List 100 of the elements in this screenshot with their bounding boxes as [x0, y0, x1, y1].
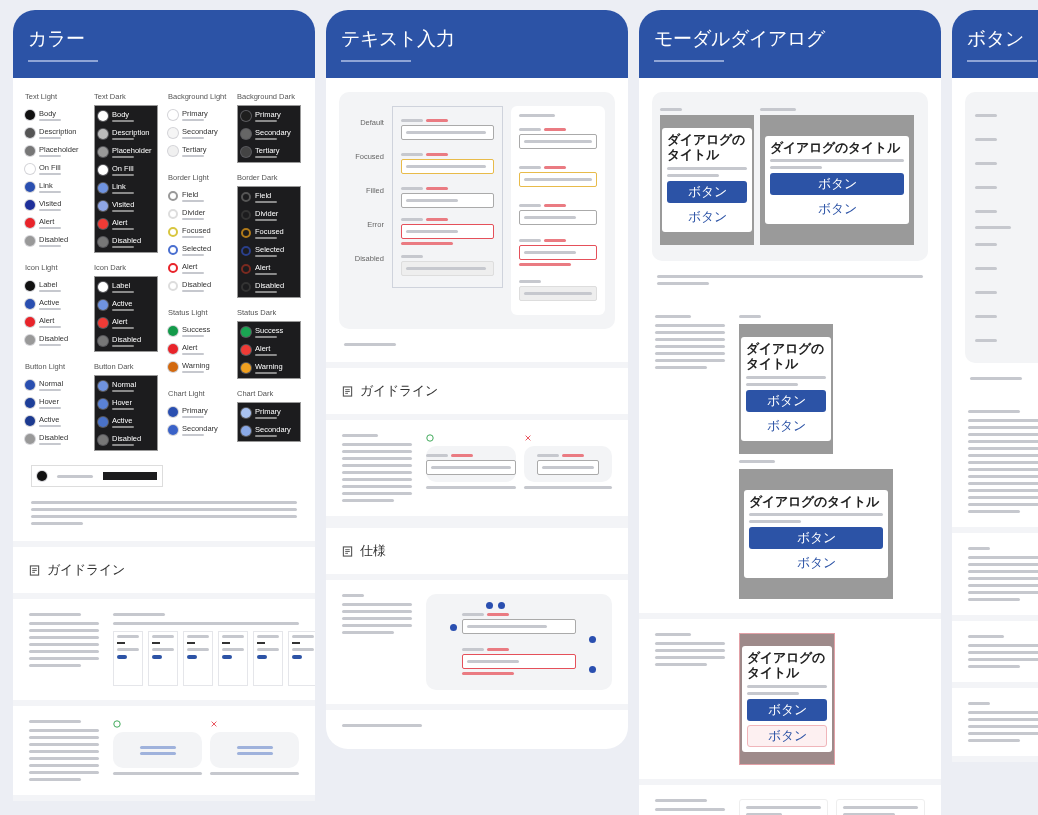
- text-line: [655, 338, 725, 341]
- text-line: [182, 218, 204, 220]
- text-line: [400, 118, 423, 122]
- input-field[interactable]: [400, 192, 494, 208]
- text-line: [29, 650, 99, 653]
- cross-icon: [524, 434, 532, 442]
- text-line: [255, 417, 277, 419]
- text-line: [975, 338, 997, 342]
- input-field[interactable]: [519, 171, 597, 187]
- text-line: [182, 236, 204, 238]
- text-line: [39, 119, 61, 121]
- input-field[interactable]: [462, 653, 576, 669]
- text-line: [182, 371, 204, 373]
- text-line: [112, 327, 134, 329]
- text-line: [112, 138, 134, 140]
- text-line: [344, 343, 396, 346]
- text-line: [655, 359, 725, 362]
- marker-dot: [486, 602, 493, 609]
- text-line: [770, 166, 822, 170]
- text-line: [255, 354, 277, 356]
- text-line: [519, 165, 541, 169]
- text-line: [112, 426, 134, 428]
- text-line: [544, 165, 566, 169]
- text-line: [655, 663, 707, 666]
- text-line: [342, 492, 412, 495]
- text-line: [255, 336, 277, 338]
- dialog-title: ダイアログのタイトル: [770, 140, 901, 156]
- text-line: [660, 108, 682, 111]
- text-line: [667, 173, 719, 177]
- text-line: [746, 382, 798, 386]
- text-line: [342, 624, 412, 627]
- text-line: [747, 691, 799, 695]
- text-button[interactable]: ボタン: [746, 415, 826, 436]
- text-line: [255, 255, 277, 257]
- text-line: [544, 127, 566, 131]
- primary-button[interactable]: ボタン: [746, 389, 826, 412]
- text-line: [968, 547, 990, 550]
- text-button[interactable]: ボタン: [667, 206, 747, 227]
- text-line: [400, 152, 423, 156]
- text-line: [739, 460, 775, 463]
- text-line: [117, 648, 139, 651]
- text-line: [425, 118, 448, 122]
- text-line: [405, 229, 458, 233]
- text-line: [462, 647, 484, 651]
- primary-button[interactable]: ボタン: [770, 173, 904, 196]
- text-line: [405, 198, 458, 202]
- text-line: [29, 764, 99, 767]
- input-field[interactable]: [537, 459, 599, 475]
- text-line: [544, 203, 566, 207]
- text-line: [342, 610, 412, 613]
- text-line: [975, 314, 997, 318]
- text-line: [28, 60, 98, 62]
- text-line: [39, 173, 61, 175]
- text-button[interactable]: ボタン: [770, 199, 904, 220]
- text-line: [425, 152, 448, 156]
- text-line: [112, 309, 134, 311]
- input-field[interactable]: [400, 158, 494, 174]
- primary-button[interactable]: ボタン: [667, 180, 747, 203]
- text-line: [519, 127, 541, 131]
- text-line: [29, 636, 99, 639]
- input-field[interactable]: [400, 124, 494, 140]
- text-line: [222, 648, 244, 651]
- marker-dot: [450, 624, 457, 631]
- text-button[interactable]: ボタン: [747, 724, 827, 747]
- text-line: [968, 739, 1020, 742]
- text-line: [655, 366, 707, 369]
- text-line: [39, 425, 61, 427]
- text-line: [968, 635, 1004, 638]
- primary-button[interactable]: ボタン: [749, 527, 883, 550]
- text-line: [739, 315, 761, 318]
- text-line: [400, 254, 423, 258]
- text-line: [519, 114, 555, 117]
- input-field[interactable]: [519, 133, 597, 149]
- text-line: [152, 648, 174, 651]
- input-field[interactable]: [426, 459, 516, 475]
- text-line: [519, 262, 571, 266]
- input-field[interactable]: [519, 209, 597, 225]
- text-line: [255, 237, 277, 239]
- text-line: [112, 345, 134, 347]
- page-title: ボタン: [967, 26, 1024, 51]
- input-field[interactable]: [462, 618, 576, 634]
- input-field[interactable]: [519, 244, 597, 260]
- text-line: [139, 745, 176, 749]
- text-line: [975, 290, 997, 294]
- text-line: [519, 238, 541, 242]
- dialog-title: ダイアログのタイトル: [746, 342, 825, 372]
- text-line: [113, 613, 165, 616]
- text-line: [292, 635, 314, 638]
- text-line: [524, 177, 592, 181]
- text-line: [182, 416, 204, 418]
- text-line: [29, 613, 81, 616]
- input-field[interactable]: [400, 223, 494, 239]
- primary-button[interactable]: ボタン: [747, 698, 827, 721]
- text-line: [524, 250, 576, 254]
- text-button[interactable]: ボタン: [749, 553, 883, 574]
- text-line: [342, 603, 412, 606]
- text-line: [112, 210, 134, 212]
- text-line: [975, 185, 997, 189]
- text-line: [112, 390, 134, 392]
- text-line: [451, 453, 473, 457]
